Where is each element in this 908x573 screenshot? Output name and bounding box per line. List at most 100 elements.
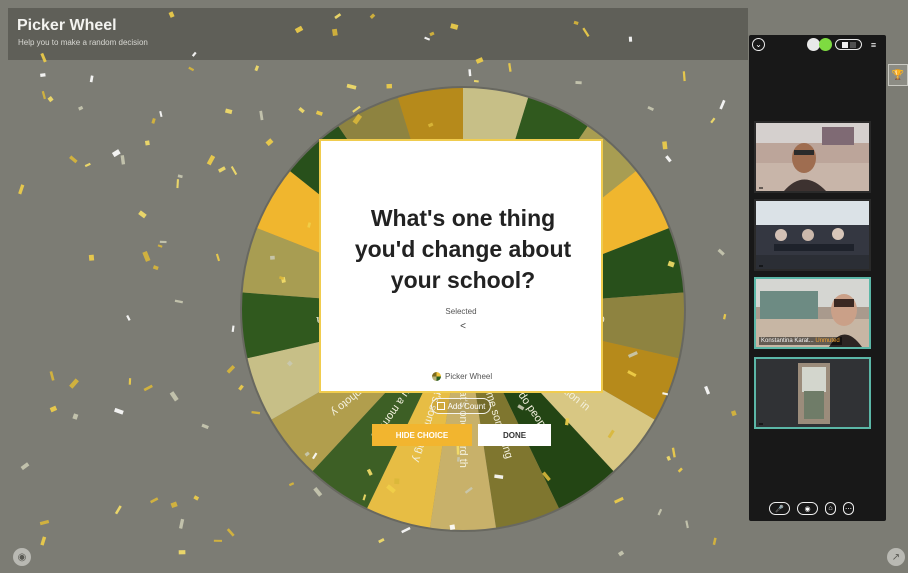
result-modal: What's one thing you'd change about your… bbox=[319, 139, 603, 393]
confetti-piece bbox=[78, 105, 84, 111]
video-tile[interactable] bbox=[754, 199, 871, 271]
confetti-piece bbox=[188, 66, 195, 72]
confetti-piece bbox=[39, 519, 50, 526]
video-tile-active[interactable]: Konstantina Karat... Unmuted bbox=[754, 277, 871, 349]
confetti-piece bbox=[226, 528, 235, 537]
layout-toggle[interactable] bbox=[835, 39, 862, 50]
confetti-piece bbox=[159, 240, 167, 244]
confetti-piece bbox=[201, 423, 209, 430]
app-title: Picker Wheel bbox=[17, 17, 117, 34]
confetti-piece bbox=[88, 254, 95, 261]
confetti-piece bbox=[72, 413, 79, 420]
confetti-piece bbox=[143, 384, 153, 392]
confetti-piece bbox=[226, 365, 236, 374]
confetti-piece bbox=[114, 407, 124, 415]
video-feed bbox=[756, 123, 869, 191]
confetti-piece bbox=[722, 313, 727, 320]
more-options-icon[interactable]: ⋯ bbox=[843, 502, 854, 515]
video-feed bbox=[756, 359, 869, 427]
confetti-piece bbox=[49, 405, 58, 413]
confetti-piece bbox=[174, 299, 183, 304]
confetti-piece bbox=[213, 539, 223, 542]
confetti-piece bbox=[49, 371, 55, 381]
brand-label: Picker Wheel bbox=[445, 372, 493, 381]
add-count-checkbox[interactable] bbox=[436, 402, 445, 410]
confetti-piece bbox=[730, 410, 737, 417]
confetti-piece bbox=[111, 149, 121, 158]
confetti-piece bbox=[712, 537, 717, 546]
confetti-piece bbox=[20, 462, 30, 471]
microphone-icon[interactable]: 🎤 bbox=[769, 502, 790, 515]
video-panel-toolbar: ⌄ ≡ bbox=[749, 35, 886, 53]
confetti-piece bbox=[617, 550, 625, 557]
confetti-piece bbox=[215, 253, 221, 262]
confetti-piece bbox=[69, 378, 79, 389]
participant-name-text: Konstantina Karat... bbox=[761, 338, 814, 344]
left-corner-button[interactable]: ◉ bbox=[13, 548, 31, 566]
green-status-icon bbox=[819, 38, 832, 51]
confetti-piece bbox=[142, 250, 151, 262]
confetti-piece bbox=[40, 536, 47, 546]
confetti-piece bbox=[120, 155, 126, 165]
confetti-piece bbox=[41, 90, 47, 100]
participant-name bbox=[759, 423, 763, 425]
confetti-piece bbox=[126, 314, 131, 321]
participant-name: Konstantina Karat... Unmuted bbox=[759, 337, 842, 345]
confetti-piece bbox=[150, 497, 159, 504]
confetti-piece bbox=[89, 75, 94, 83]
camera-icon[interactable]: ◉ bbox=[797, 502, 818, 515]
selected-label: Selected bbox=[445, 307, 477, 316]
confetti-piece bbox=[40, 73, 46, 78]
confetti-piece bbox=[128, 378, 132, 385]
video-feed bbox=[756, 201, 869, 269]
confetti-piece bbox=[206, 154, 216, 166]
picker-wheel-brand: Picker Wheel bbox=[432, 372, 492, 381]
confetti-piece bbox=[18, 184, 25, 195]
expand-button[interactable]: ↗ bbox=[887, 548, 905, 566]
share-icon[interactable]: < bbox=[457, 321, 469, 333]
confetti-piece bbox=[177, 174, 183, 179]
add-count-toggle[interactable]: Add Count bbox=[431, 398, 491, 414]
confetti-piece bbox=[178, 550, 186, 555]
video-tile[interactable] bbox=[754, 121, 871, 193]
confetti-piece bbox=[47, 96, 54, 103]
confetti-piece bbox=[178, 518, 185, 529]
confetti-piece bbox=[231, 325, 235, 333]
video-tile-active[interactable] bbox=[754, 357, 871, 429]
app-subtitle: Help you to make a random decision bbox=[18, 38, 148, 47]
confetti-piece bbox=[717, 248, 725, 256]
confetti-piece bbox=[710, 117, 716, 124]
chevron-down-icon[interactable]: ⌄ bbox=[752, 38, 765, 51]
confetti-piece bbox=[170, 501, 178, 509]
participant-name bbox=[759, 265, 763, 267]
confetti-piece bbox=[138, 210, 147, 219]
selected-question: What's one thing you'd change about your… bbox=[354, 205, 572, 293]
confetti-piece bbox=[69, 155, 78, 164]
participant-name bbox=[759, 187, 763, 189]
app-header: Picker Wheel Help you to make a random d… bbox=[8, 8, 748, 60]
participant-status: Unmuted bbox=[815, 338, 840, 344]
confetti-piece bbox=[157, 244, 163, 248]
confetti-piece bbox=[159, 110, 163, 118]
confetti-piece bbox=[169, 391, 179, 402]
trophy-icon[interactable]: 🏆 bbox=[888, 64, 908, 86]
confetti-piece bbox=[704, 385, 711, 395]
video-call-panel: ⌄ ≡ Konstantina Karat... Unmuted 🎤 ◉ ⌂ ⋯ bbox=[749, 35, 886, 521]
confetti-piece bbox=[152, 265, 159, 271]
done-button[interactable]: DONE bbox=[478, 424, 551, 446]
share-screen-icon[interactable]: ⌂ bbox=[825, 502, 836, 515]
confetti-piece bbox=[144, 140, 150, 146]
confetti-piece bbox=[193, 495, 200, 501]
confetti-piece bbox=[224, 108, 233, 115]
confetti-piece bbox=[176, 179, 179, 189]
picker-wheel-app: Picker Wheel Help you to make a random d… bbox=[0, 0, 908, 573]
confetti-piece bbox=[114, 505, 122, 515]
confetti-piece bbox=[230, 166, 238, 176]
menu-icon[interactable]: ≡ bbox=[867, 38, 880, 51]
call-controls: 🎤 ◉ ⌂ ⋯ bbox=[769, 502, 854, 515]
hide-choice-button[interactable]: HIDE CHOICE bbox=[372, 424, 472, 446]
confetti-piece bbox=[217, 166, 226, 173]
confetti-piece bbox=[719, 99, 726, 110]
confetti-piece bbox=[84, 162, 91, 168]
confetti-piece bbox=[151, 118, 156, 124]
